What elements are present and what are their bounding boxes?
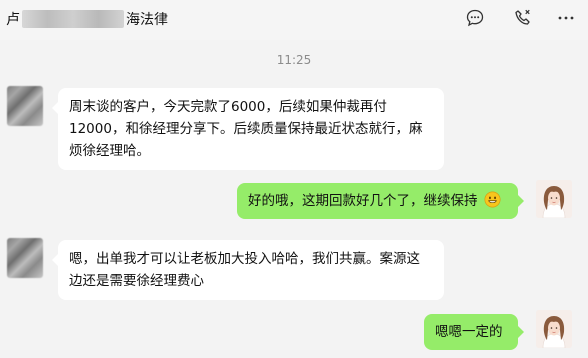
message-timestamp: 11:25 <box>276 53 312 67</box>
message-bubble[interactable]: 好的哦，这期回款好几个了，继续保持 <box>237 183 524 219</box>
smile-emoji-icon <box>484 191 501 208</box>
message-text: 嗯嗯一定的 <box>435 324 503 340</box>
contact-avatar[interactable] <box>7 238 43 278</box>
chat-header: 卢 海法律 <box>0 0 588 40</box>
redacted-name-blur <box>22 10 124 28</box>
contact-name-prefix: 卢 <box>6 12 20 28</box>
message-bubble[interactable]: 周末谈的客户，今天完款了6000，后续如果仲裁再付12000，和徐经理分享下。后… <box>52 88 444 170</box>
chat-more-icon[interactable] <box>465 8 485 28</box>
my-avatar[interactable] <box>536 180 572 218</box>
contact-avatar[interactable] <box>7 86 43 126</box>
message-text: 嗯，出单我才可以让老板加大投入哈哈，我们共赢。案源这边还是需要徐经理费心 <box>69 251 420 289</box>
contact-name-suffix: 海法律 <box>126 12 168 28</box>
message-text: 好的哦，这期回款好几个了，继续保持 <box>248 193 478 209</box>
my-avatar[interactable] <box>536 310 572 348</box>
message-text: 周末谈的客户，今天完款了6000，后续如果仲裁再付12000，和徐经理分享下。后… <box>69 99 423 159</box>
phone-icon[interactable] <box>513 8 533 28</box>
message-bubble[interactable]: 嗯嗯一定的 <box>424 314 524 350</box>
more-icon[interactable] <box>556 8 576 28</box>
message-bubble[interactable]: 嗯，出单我才可以让老板加大投入哈哈，我们共赢。案源这边还是需要徐经理费心 <box>52 240 444 300</box>
contact-name[interactable]: 卢 海法律 <box>6 9 168 29</box>
